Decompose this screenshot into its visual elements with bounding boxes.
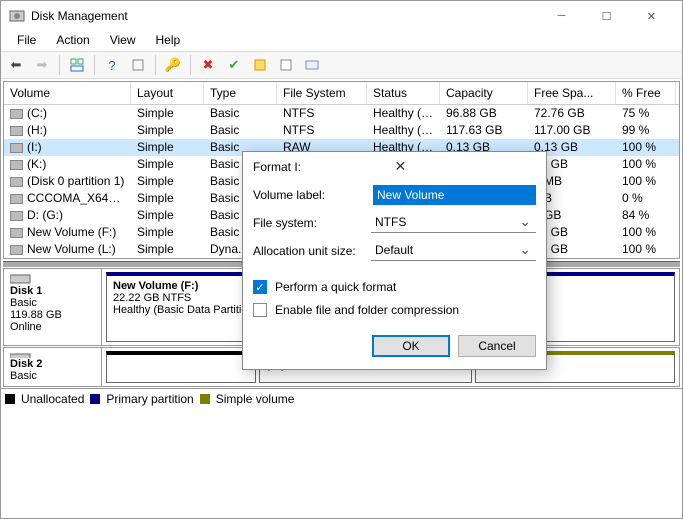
legend-primary-swatch bbox=[90, 394, 100, 404]
list-header: Volume Layout Type File System Status Ca… bbox=[4, 82, 679, 105]
maximize-button[interactable]: ☐ bbox=[584, 1, 629, 31]
partition-unallocated[interactable] bbox=[106, 351, 256, 383]
disk-icon bbox=[10, 273, 32, 285]
col-type[interactable]: Type bbox=[204, 82, 277, 104]
allocation-size-label: Allocation unit size: bbox=[253, 244, 363, 258]
disk-info: Disk 1 Basic 119.88 GB Online bbox=[4, 269, 102, 345]
volume-icon bbox=[10, 228, 23, 238]
col-fs[interactable]: File System bbox=[277, 82, 367, 104]
volume-icon bbox=[10, 160, 23, 170]
compression-checkbox[interactable] bbox=[253, 303, 267, 317]
legend-unalloc-swatch bbox=[5, 394, 15, 404]
quick-format-checkbox[interactable]: ✓ bbox=[253, 280, 267, 294]
toolbar: ⬅ ➡ ? 🔑 ✖ ✔ bbox=[1, 51, 682, 79]
menu-help[interactable]: Help bbox=[146, 31, 191, 51]
allocation-size-select[interactable]: Default bbox=[371, 241, 536, 261]
disk-size: 119.88 GB bbox=[10, 309, 95, 321]
file-system-label: File system: bbox=[253, 216, 363, 230]
disk-kind: Basic bbox=[10, 370, 95, 382]
close-button[interactable]: ✕ bbox=[629, 1, 674, 31]
disk-name: Disk 1 bbox=[10, 285, 95, 297]
volume-row[interactable]: (H:)SimpleBasicNTFSHealthy (B...117.63 G… bbox=[4, 122, 679, 139]
titlebar: Disk Management ─ ☐ ✕ bbox=[1, 1, 682, 31]
volume-icon bbox=[10, 194, 23, 204]
volume-label-input[interactable] bbox=[373, 185, 536, 205]
legend: Unallocated Primary partition Simple vol… bbox=[1, 388, 682, 408]
quick-format-label: Perform a quick format bbox=[275, 280, 396, 294]
volume-row[interactable]: (C:)SimpleBasicNTFSHealthy (B...96.88 GB… bbox=[4, 105, 679, 122]
new-button[interactable] bbox=[249, 54, 271, 76]
disk-mgmt-icon bbox=[9, 8, 25, 24]
disk-status: Online bbox=[10, 321, 95, 333]
volume-icon bbox=[10, 109, 23, 119]
disk-name: Disk 2 bbox=[10, 358, 95, 370]
refresh-button[interactable] bbox=[127, 54, 149, 76]
help-button[interactable]: ? bbox=[101, 54, 123, 76]
compression-label: Enable file and folder compression bbox=[275, 303, 459, 317]
col-pct[interactable]: % Free bbox=[616, 82, 676, 104]
dialog-title: Format I: bbox=[253, 160, 389, 174]
volume-icon bbox=[10, 245, 23, 255]
col-volume[interactable]: Volume bbox=[4, 82, 131, 104]
menu-action[interactable]: Action bbox=[46, 31, 99, 51]
format-dialog: Format I: ✕ Volume label: File system: N… bbox=[242, 151, 547, 370]
volume-icon bbox=[10, 143, 23, 153]
col-layout[interactable]: Layout bbox=[131, 82, 204, 104]
col-status[interactable]: Status bbox=[367, 82, 440, 104]
back-button[interactable]: ⬅ bbox=[5, 54, 27, 76]
menu-view[interactable]: View bbox=[100, 31, 146, 51]
legend-simple-label: Simple volume bbox=[216, 392, 295, 406]
volume-icon bbox=[10, 126, 23, 136]
menubar: File Action View Help bbox=[1, 31, 682, 51]
volume-icon bbox=[10, 177, 23, 187]
forward-button[interactable]: ➡ bbox=[31, 54, 53, 76]
props-button[interactable] bbox=[275, 54, 297, 76]
legend-primary-label: Primary partition bbox=[106, 392, 193, 406]
cancel-button[interactable]: Cancel bbox=[458, 335, 536, 357]
settings-button[interactable]: 🔑 bbox=[162, 54, 184, 76]
volume-label-label: Volume label: bbox=[253, 188, 365, 202]
col-capacity[interactable]: Capacity bbox=[440, 82, 528, 104]
minimize-button[interactable]: ─ bbox=[539, 1, 584, 31]
disk-kind: Basic bbox=[10, 297, 95, 309]
extra-button[interactable] bbox=[301, 54, 323, 76]
ok-button[interactable]: OK bbox=[372, 335, 450, 357]
legend-unalloc-label: Unallocated bbox=[21, 392, 84, 406]
delete-button[interactable]: ✖ bbox=[197, 54, 219, 76]
window-title: Disk Management bbox=[31, 9, 539, 23]
disk-info: Disk 2 Basic bbox=[4, 348, 102, 386]
dialog-titlebar: Format I: ✕ bbox=[243, 152, 546, 181]
menu-file[interactable]: File bbox=[7, 31, 46, 51]
volume-icon bbox=[10, 211, 23, 221]
views-button[interactable] bbox=[66, 54, 88, 76]
dialog-close-button[interactable]: ✕ bbox=[389, 158, 537, 175]
col-free[interactable]: Free Spa... bbox=[528, 82, 616, 104]
legend-simple-swatch bbox=[200, 394, 210, 404]
check-button[interactable]: ✔ bbox=[223, 54, 245, 76]
file-system-select[interactable]: NTFS bbox=[371, 213, 536, 233]
